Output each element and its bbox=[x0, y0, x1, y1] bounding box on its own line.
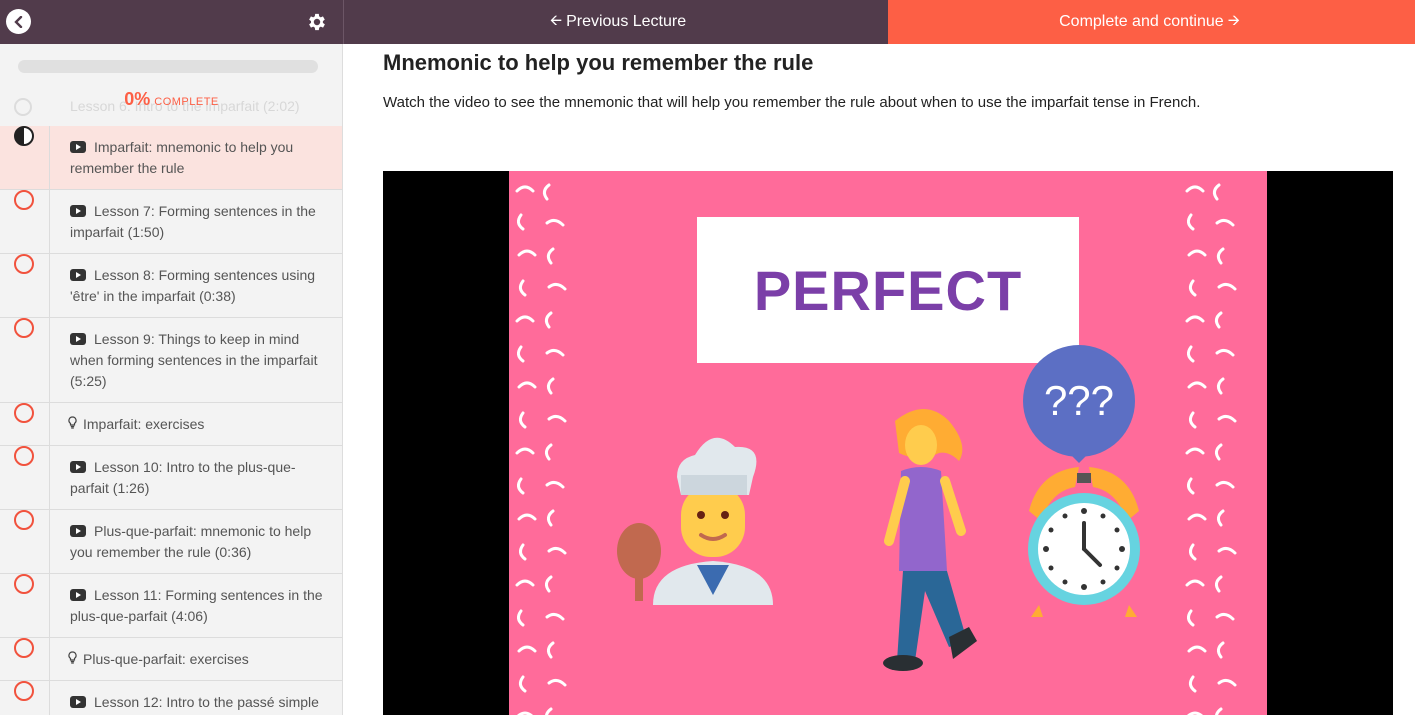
incomplete-circle-icon bbox=[14, 254, 34, 274]
chef-icon bbox=[617, 437, 773, 605]
squiggle-pattern-right bbox=[1185, 183, 1237, 715]
incomplete-circle-icon bbox=[14, 510, 34, 530]
lecture-content: Mnemonic to help you remember the rule W… bbox=[343, 44, 1415, 715]
lesson-title-text: Lesson 11: Forming sentences in the plus… bbox=[70, 587, 323, 624]
question-marks: ??? bbox=[1044, 377, 1114, 424]
lesson-title-text: Lesson 8: Forming sentences using 'être'… bbox=[70, 267, 316, 304]
course-progress-bar bbox=[18, 60, 318, 73]
lesson-item[interactable]: Lesson 8: Forming sentences using 'être'… bbox=[0, 254, 342, 318]
lesson-item[interactable]: Imparfait: mnemonic to help you remember… bbox=[0, 126, 342, 190]
lesson-item[interactable]: Plus-que-parfait: mnemonic to help you r… bbox=[0, 510, 342, 574]
lesson-status bbox=[0, 510, 50, 573]
arrow-left-icon: 🡨 bbox=[549, 11, 563, 29]
lesson-title-text: Lesson 7: Forming sentences in the impar… bbox=[70, 203, 316, 240]
lesson-title-text: Lesson 12: Intro to the passé simple bbox=[94, 694, 319, 710]
walking-woman-icon bbox=[883, 409, 977, 671]
video-player[interactable]: PERFECT ??? bbox=[383, 171, 1393, 715]
question-bubble-icon: ??? bbox=[1023, 345, 1135, 463]
lesson-title: Lesson 10: Intro to the plus-que-parfait… bbox=[0, 446, 342, 509]
squiggle-pattern-left bbox=[515, 183, 567, 715]
lightbulb-icon bbox=[68, 414, 77, 435]
lesson-title: Plus-que-parfait: exercises bbox=[0, 638, 342, 680]
lesson-title: Plus-que-parfait: mnemonic to help you r… bbox=[0, 510, 342, 573]
video-icon bbox=[70, 696, 86, 708]
sidebar-header bbox=[0, 0, 343, 44]
lesson-status bbox=[0, 446, 50, 509]
video-icon bbox=[70, 461, 86, 473]
lesson-item[interactable]: Plus-que-parfait: exercises bbox=[0, 638, 342, 681]
video-icon bbox=[70, 333, 86, 345]
lesson-title-text: Lesson 10: Intro to the plus-que-parfait… bbox=[70, 459, 296, 496]
in-progress-icon bbox=[14, 126, 34, 146]
video-frame: PERFECT ??? bbox=[509, 171, 1267, 715]
chevron-left-icon bbox=[13, 15, 22, 28]
perfect-word: PERFECT bbox=[753, 258, 1023, 322]
perfect-card: PERFECT bbox=[697, 217, 1079, 363]
lesson-status bbox=[0, 681, 50, 715]
lesson-item[interactable]: Lesson 7: Forming sentences in the impar… bbox=[0, 190, 342, 254]
progress-label: 0% COMPLETE bbox=[0, 89, 342, 110]
incomplete-circle-icon bbox=[14, 574, 34, 594]
lesson-status bbox=[0, 318, 50, 402]
lesson-title: Lesson 8: Forming sentences using 'être'… bbox=[0, 254, 342, 317]
previous-lecture-label: Previous Lecture bbox=[566, 13, 687, 30]
lesson-list: Imparfait: mnemonic to help you remember… bbox=[0, 126, 342, 715]
incomplete-circle-icon bbox=[14, 403, 34, 423]
lesson-status bbox=[0, 638, 50, 680]
lesson-item[interactable]: Imparfait: exercises bbox=[0, 403, 342, 446]
lesson-status bbox=[0, 126, 50, 189]
lesson-item[interactable]: Lesson 12: Intro to the passé simple bbox=[0, 681, 342, 715]
incomplete-circle-icon bbox=[14, 318, 34, 338]
lesson-item[interactable]: Lesson 10: Intro to the plus-que-parfait… bbox=[0, 446, 342, 510]
video-icon bbox=[70, 269, 86, 281]
incomplete-circle-icon bbox=[14, 190, 34, 210]
back-button[interactable] bbox=[6, 9, 31, 34]
arrow-right-icon: 🡪 bbox=[1227, 11, 1240, 29]
lesson-status bbox=[0, 574, 50, 637]
lesson-title: Imparfait: exercises bbox=[0, 403, 342, 445]
lesson-status bbox=[0, 190, 50, 253]
progress-word: COMPLETE bbox=[154, 96, 219, 108]
video-icon bbox=[70, 589, 86, 601]
complete-and-continue-button[interactable]: Complete and continue 🡪 bbox=[888, 0, 1415, 44]
incomplete-circle-icon bbox=[14, 638, 34, 658]
lesson-title-text: Plus-que-parfait: exercises bbox=[83, 651, 249, 667]
lesson-title: Lesson 11: Forming sentences in the plus… bbox=[0, 574, 342, 637]
lesson-title: Lesson 9: Things to keep in mind when fo… bbox=[0, 318, 342, 402]
course-sidebar: Lesson 6: Intro to the imparfait (2:02) … bbox=[0, 44, 343, 715]
lesson-title-text: Lesson 9: Things to keep in mind when fo… bbox=[70, 331, 318, 389]
lesson-title: Imparfait: mnemonic to help you remember… bbox=[0, 126, 342, 189]
lesson-item[interactable]: Lesson 9: Things to keep in mind when fo… bbox=[0, 318, 342, 403]
incomplete-circle-icon bbox=[14, 681, 34, 701]
lesson-title-text: Imparfait: mnemonic to help you remember… bbox=[70, 139, 294, 176]
lecture-description: Watch the video to see the mnemonic that… bbox=[383, 94, 1201, 111]
lesson-title: Lesson 7: Forming sentences in the impar… bbox=[0, 190, 342, 253]
top-bar: 🡨 Previous Lecture Complete and continue… bbox=[0, 0, 1415, 44]
gear-icon[interactable] bbox=[306, 11, 328, 33]
incomplete-circle-icon bbox=[14, 446, 34, 466]
video-icon bbox=[70, 141, 86, 153]
lecture-title: Mnemonic to help you remember the rule bbox=[383, 50, 814, 75]
lesson-item[interactable]: Lesson 11: Forming sentences in the plus… bbox=[0, 574, 342, 638]
lesson-title-text: Imparfait: exercises bbox=[83, 416, 205, 432]
lesson-status bbox=[0, 254, 50, 317]
lesson-title: Lesson 12: Intro to the passé simple bbox=[0, 681, 342, 715]
alarm-clock-icon bbox=[1028, 467, 1140, 617]
video-icon bbox=[70, 205, 86, 217]
complete-and-continue-label: Complete and continue bbox=[1059, 13, 1224, 30]
previous-lecture-button[interactable]: 🡨 Previous Lecture bbox=[343, 0, 888, 44]
video-icon bbox=[70, 525, 86, 537]
lesson-title-text: Plus-que-parfait: mnemonic to help you r… bbox=[70, 523, 312, 560]
progress-percent: 0% bbox=[124, 89, 151, 109]
lightbulb-icon bbox=[68, 649, 77, 670]
lesson-status bbox=[0, 403, 50, 445]
